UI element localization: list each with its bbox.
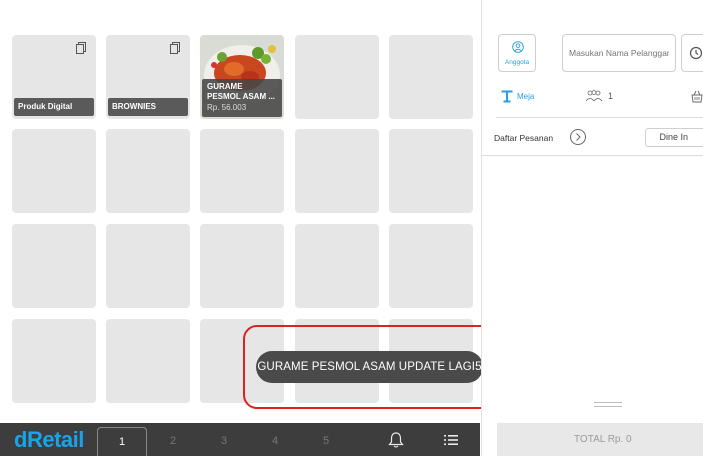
page-tab-2[interactable]: 2	[148, 427, 198, 456]
customer-name-input[interactable]	[562, 34, 676, 72]
page-tab-4[interactable]: 4	[250, 427, 300, 456]
product-label: Produk Digital	[14, 98, 94, 116]
product-price: Rp. 56.003	[207, 103, 247, 112]
chevron-right-icon[interactable]	[569, 128, 587, 146]
drag-handle[interactable]	[594, 402, 622, 408]
product-tile-empty[interactable]	[295, 129, 379, 213]
bell-icon[interactable]	[387, 431, 405, 449]
pos-app: Produk Digital BROWNIES GURAME PESMOL AS…	[0, 0, 703, 456]
guest-count[interactable]: 1	[608, 91, 613, 101]
product-tile-empty[interactable]	[389, 224, 473, 308]
total-button[interactable]: TOTAL Rp. 0	[497, 423, 703, 456]
product-tile-empty[interactable]	[295, 224, 379, 308]
product-tile-digital[interactable]: Produk Digital	[12, 35, 96, 119]
history-button[interactable]	[681, 34, 703, 72]
guests-icon[interactable]	[585, 90, 603, 102]
copy-icon	[76, 42, 86, 54]
logo-text: Retail	[26, 427, 84, 452]
order-type-select[interactable]: Dine In	[645, 128, 703, 147]
product-tile-empty[interactable]	[200, 129, 284, 213]
product-tile-empty[interactable]	[389, 35, 473, 119]
member-label: Anggota	[504, 59, 530, 66]
app-logo: dRetail	[14, 428, 84, 452]
product-tile-empty[interactable]	[200, 224, 284, 308]
product-label: BROWNIES	[108, 98, 188, 116]
product-tile-brownies[interactable]: BROWNIES	[106, 35, 190, 119]
basket-icon[interactable]	[690, 90, 703, 103]
logo-letter: d	[14, 427, 27, 452]
table-icon[interactable]	[501, 90, 513, 103]
order-list-label: Daftar Pesanan	[494, 133, 554, 143]
product-tile-empty[interactable]	[389, 129, 473, 213]
product-tile-gurame[interactable]: GURAME PESMOL ASAM ... Rp. 56.003	[200, 35, 284, 119]
product-name: GURAME PESMOL ASAM ...	[207, 82, 276, 101]
table-row: Meja 1	[482, 84, 703, 114]
separator	[496, 117, 703, 118]
table-label[interactable]: Meja	[517, 92, 534, 101]
order-list-header: Daftar Pesanan Dine In	[482, 126, 703, 156]
bottom-bar: dRetail 1 2 3 4 5	[0, 423, 480, 456]
product-tile-empty[interactable]	[12, 129, 96, 213]
product-tile-empty[interactable]	[12, 319, 96, 403]
product-tile-empty[interactable]	[106, 224, 190, 308]
history-icon	[689, 46, 703, 60]
toast-message: GURAME PESMOL ASAM UPDATE LAGI5	[256, 351, 483, 383]
menu-list-icon[interactable]	[442, 431, 460, 449]
copy-icon	[170, 42, 180, 54]
product-tile-empty[interactable]	[106, 129, 190, 213]
product-tile-empty[interactable]	[12, 224, 96, 308]
product-label: GURAME PESMOL ASAM ... Rp. 56.003	[202, 79, 282, 117]
order-panel: Anggota Meja 1	[482, 0, 703, 456]
user-circle-icon	[512, 41, 524, 53]
page-tab-1[interactable]: 1	[97, 427, 147, 456]
page-tab-3[interactable]: 3	[199, 427, 249, 456]
product-tile-empty[interactable]	[106, 319, 190, 403]
page-tab-5[interactable]: 5	[301, 427, 351, 456]
member-button[interactable]: Anggota	[498, 34, 536, 72]
separator	[482, 155, 703, 156]
product-tile-empty[interactable]	[295, 35, 379, 119]
